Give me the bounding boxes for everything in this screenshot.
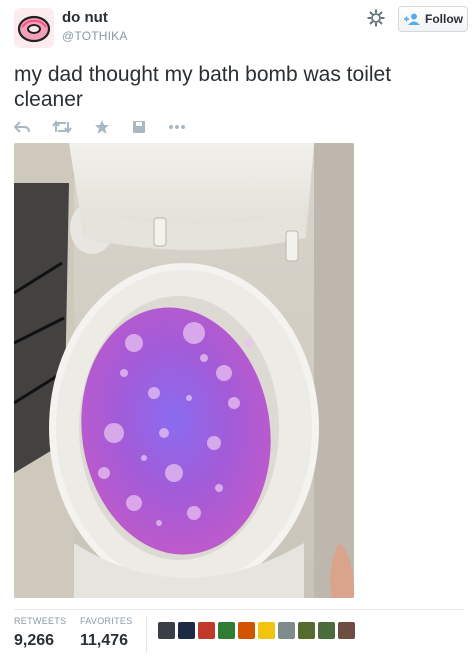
favorite-icon[interactable]: [94, 119, 110, 135]
display-name[interactable]: do nut: [62, 9, 108, 26]
follow-label: Follow: [425, 12, 463, 26]
retweet-icon[interactable]: [52, 120, 72, 134]
stat-separator: [146, 617, 147, 653]
save-icon[interactable]: [132, 120, 146, 134]
retweets-count: 9,266: [14, 632, 55, 649]
tweet-text: my dad thought my bath bomb was toilet c…: [14, 63, 392, 111]
add-user-icon: [404, 13, 420, 25]
stats-divider: [14, 609, 464, 610]
favoriter-avatar[interactable]: [258, 622, 275, 639]
reply-icon[interactable]: [14, 120, 30, 134]
favoriter-avatar[interactable]: [218, 622, 235, 639]
follow-button[interactable]: Follow: [398, 6, 468, 32]
favoriter-avatar[interactable]: [238, 622, 255, 639]
favoriter-avatar[interactable]: [318, 622, 335, 639]
retweets-label: RETWEETS: [14, 616, 67, 626]
tweet-actions: [14, 117, 186, 137]
user-handle[interactable]: @TOTHIKA: [62, 29, 128, 43]
favorites-stat[interactable]: FAVORITES 11,476: [80, 616, 133, 650]
favoriter-avatar[interactable]: [198, 622, 215, 639]
favoriter-avatars: [158, 622, 355, 639]
favorites-count: 11,476: [80, 632, 129, 649]
user-avatar[interactable]: [14, 8, 54, 48]
gear-icon[interactable]: [366, 8, 386, 28]
retweets-stat[interactable]: RETWEETS 9,266: [14, 616, 66, 650]
tweet-header: do nut @TOTHIKA Follow: [0, 0, 474, 50]
favoriter-avatar[interactable]: [298, 622, 315, 639]
favoriter-avatar[interactable]: [338, 622, 355, 639]
favorites-label: FAVORITES: [80, 616, 133, 626]
favoriter-avatar[interactable]: [158, 622, 175, 639]
favoriter-avatar[interactable]: [178, 622, 195, 639]
donut-icon: [17, 15, 51, 43]
more-icon[interactable]: [168, 124, 186, 130]
tweet-photo[interactable]: [14, 143, 354, 598]
toilet-bath-bomb-photo: [14, 143, 354, 598]
favoriter-avatar[interactable]: [278, 622, 295, 639]
